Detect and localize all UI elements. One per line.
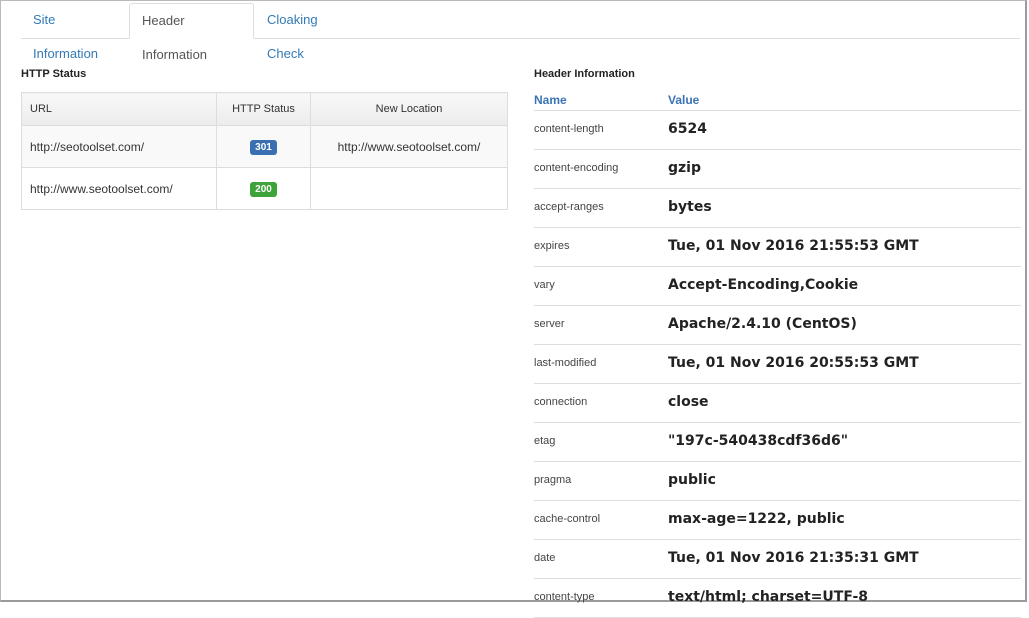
header-name: expires [534,240,570,252]
status-badge: 301 [250,139,277,155]
list-item: content-length 6524 [534,111,1021,150]
header-information-list: Name Value content-length 6524 content-enc… [534,92,1021,618]
list-item: last-modified Tue, 01 Nov 2016 20:55:53 G… [534,345,1021,384]
status-cell: 301 [216,125,311,168]
list-item: date Tue, 01 Nov 2016 21:35:31 GMT [534,540,1021,579]
header-name: server [534,318,565,330]
list-item: accept-ranges bytes [534,189,1021,228]
header-name: etag [534,435,556,447]
header-value: max-age=1222, public [668,511,845,527]
http-status-title: HTTP Status [21,68,87,80]
column-header-name: Name [534,93,567,107]
header-list-head: Name Value [534,92,1021,111]
header-value: text/html; charset=UTF-8 [668,589,869,605]
url-cell: http://seotoolset.com/ [21,125,217,168]
header-value: close [668,394,709,410]
column-header-value: Value [668,93,700,107]
status-badge: 200 [250,181,277,197]
header-value: bytes [668,199,712,215]
url-cell: http://www.seotoolset.com/ [21,167,217,210]
tab-bar: Site Information Header Information Cloa… [21,3,1020,62]
header-name: content-length [534,123,604,135]
header-name: vary [534,279,555,291]
column-header-http-status: HTTP Status [216,92,311,126]
http-status-table: URL HTTP Status New Location http://seot… [21,92,508,210]
list-item: expires Tue, 01 Nov 2016 21:55:53 GMT [534,228,1021,267]
header-value: Tue, 01 Nov 2016 21:55:53 GMT [668,238,919,254]
header-value: 6524 [668,121,707,137]
new-location-cell: http://www.seotoolset.com/ [310,125,508,168]
list-item: etag "197c-540438cdf36d6" [534,423,1021,462]
header-value: Accept-Encoding,Cookie [668,277,859,293]
header-value: "197c-540438cdf36d6" [668,433,849,449]
table-row: http://www.seotoolset.com/ 200 [21,167,508,210]
table-header-row: URL HTTP Status New Location [21,92,508,126]
header-value: Tue, 01 Nov 2016 20:55:53 GMT [668,355,919,371]
list-item: connection close [534,384,1021,423]
header-value: public [668,472,716,488]
header-information-title: Header Information [534,68,635,80]
header-name: cache-control [534,513,601,525]
header-name: connection [534,396,588,408]
list-item: pragma public [534,462,1021,501]
header-name: last-modified [534,357,597,369]
header-name: content-type [534,591,595,603]
tab-site-information[interactable]: Site Information [21,3,128,61]
header-rows: content-length 6524 content-encoding gzip ac… [534,111,1021,618]
list-item: content-encoding gzip [534,150,1021,189]
list-item: server Apache/2.4.10 (CentOS) [534,306,1021,345]
list-item: vary Accept-Encoding,Cookie [534,267,1021,306]
table-row: http://seotoolset.com/ 301 http://www.se… [21,125,508,168]
tab-cloaking-check[interactable]: Cloaking Check [255,3,365,61]
new-location-cell [310,167,508,210]
list-item: cache-control max-age=1222, public [534,501,1021,540]
header-name: accept-ranges [534,201,604,213]
header-name: date [534,552,556,564]
list-item: content-type text/html; charset=UTF-8 [534,579,1021,618]
header-value: Apache/2.4.10 (CentOS) [668,316,857,332]
header-value: gzip [668,160,701,176]
header-name: content-encoding [534,162,619,174]
header-name: pragma [534,474,572,486]
tab-header-information[interactable]: Header Information [129,3,254,62]
header-value: Tue, 01 Nov 2016 21:35:31 GMT [668,550,919,566]
status-cell: 200 [216,167,311,210]
column-header-new-location: New Location [310,92,508,126]
column-header-url: URL [21,92,217,126]
